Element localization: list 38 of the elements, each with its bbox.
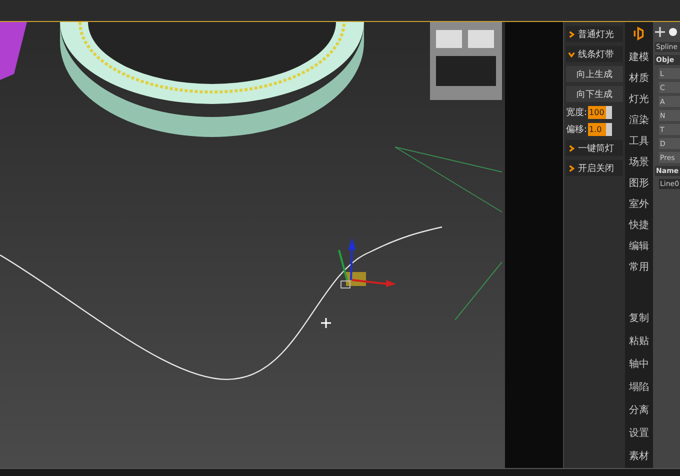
- spinner-field[interactable]: 1.0: [588, 123, 612, 136]
- sidebar-item[interactable]: 塌陷: [628, 376, 650, 399]
- sidebar-item[interactable]: 粘贴: [628, 330, 650, 353]
- sidebar-item[interactable]: 轴中: [628, 353, 650, 376]
- transform-gizmo: [338, 238, 396, 288]
- sidebar-item[interactable]: 工具: [628, 131, 650, 152]
- chevron-icon: [568, 144, 575, 152]
- light-outline: [454, 262, 502, 320]
- sidebar-item[interactable]: 快捷: [628, 215, 650, 236]
- sidebar-item[interactable]: 复制: [628, 307, 650, 330]
- chevron-icon: [568, 30, 575, 38]
- sidebar-item[interactable]: 图形: [628, 173, 650, 194]
- spinner-label: 偏移:: [566, 124, 588, 136]
- spinner-label: 宽度:: [566, 106, 588, 119]
- plus-icon[interactable]: [655, 27, 665, 37]
- sidebar-item[interactable]: 常用: [628, 257, 650, 278]
- chevron-icon: [568, 50, 575, 58]
- generate-button[interactable]: 向上生成: [566, 66, 623, 82]
- move-cursor-icon: [320, 317, 332, 329]
- sidebar-item[interactable]: 材质: [628, 68, 650, 90]
- section-header[interactable]: 线条灯带: [566, 46, 623, 62]
- sidebar-item[interactable]: 分离: [628, 399, 650, 422]
- sidebar-item[interactable]: 灯光: [628, 89, 650, 110]
- scene-object: [0, 22, 27, 80]
- sidebar-item[interactable]: 编辑: [628, 236, 650, 258]
- sidebar-item[interactable]: 素材: [628, 445, 650, 468]
- sidebar-item[interactable]: 渲染: [628, 110, 650, 132]
- sidebar-item[interactable]: 设置: [628, 422, 650, 445]
- section-header[interactable]: 一键筒灯: [566, 140, 623, 156]
- section-header[interactable]: 普通灯光: [566, 26, 623, 42]
- circle-icon[interactable]: [669, 28, 677, 36]
- spinner-field[interactable]: 100: [588, 106, 612, 119]
- sidebar-item[interactable]: 建模: [628, 47, 650, 68]
- sidebar-item[interactable]: 室外: [628, 194, 650, 216]
- section-header[interactable]: 开启关闭: [566, 160, 623, 176]
- sidebar-item[interactable]: 场景: [628, 152, 650, 174]
- generate-button[interactable]: 向下生成: [566, 86, 623, 102]
- chevron-icon: [568, 164, 575, 172]
